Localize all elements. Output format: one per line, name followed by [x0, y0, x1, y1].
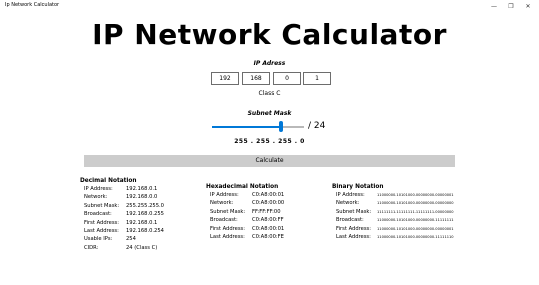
decimal-row: IP Address: 192.168.0.1	[80, 186, 200, 194]
row-value: 255.255.255.0	[126, 202, 164, 209]
row-key: Broadcast:	[336, 217, 364, 224]
binary-notation-section: Binary Notation IP Address: 11000000.1010…	[332, 184, 512, 242]
row-value: 24 (Class C)	[126, 244, 158, 251]
hex-notation-title: Hexadecimal Notation	[206, 184, 279, 190]
decimal-notation-section: Decimal Notation IP Address: 192.168.0.1 …	[80, 178, 200, 253]
row-key: Subnet Mask:	[84, 202, 120, 209]
row-key: Subnet Mask:	[210, 208, 246, 215]
row-key: Usable IPs:	[84, 236, 113, 243]
row-key: IP Address:	[336, 192, 365, 198]
row-value: 11000000.10101000.00000000.00000000	[377, 201, 454, 206]
hex-row: Broadcast: C0:A8:00:FF	[206, 217, 326, 225]
row-key: CIDR:	[84, 244, 99, 251]
row-value: C0:A8:00:FE	[252, 233, 284, 240]
decimal-row: Subnet Mask: 255.255.255.0	[80, 203, 200, 211]
hex-row: Subnet Mask: FF:FF:FF:00	[206, 209, 326, 217]
window-title: Ip Network Calculator	[5, 2, 60, 8]
row-key: Subnet Mask:	[336, 208, 372, 215]
hex-row: First Address: C0:A8:00:01	[206, 226, 326, 234]
decimal-row: Broadcast: 192.168.0.255	[80, 211, 200, 219]
row-value: 11000000.10101000.00000000.00000001	[377, 193, 454, 197]
subnet-mask-slider[interactable]	[212, 126, 304, 128]
row-value: FF:FF:FF:00	[252, 208, 281, 215]
row-value: 11000000.10101000.00000000.00000001	[377, 226, 454, 231]
cidr-text: / 24	[308, 121, 326, 131]
row-value: 192.168.0.1	[126, 186, 158, 192]
row-value: C0:A8:00:00	[252, 200, 285, 207]
binary-row: Broadcast: 11000000.10101000.00000000.111…	[332, 217, 512, 225]
subnet-mask-label: Subnet Mask	[247, 110, 292, 117]
decimal-row: Last Address: 192.168.0.254	[80, 228, 200, 236]
decimal-row: CIDR: 24 (Class C)	[80, 245, 200, 253]
slider-thumb[interactable]	[279, 121, 283, 132]
binary-row: First Address: 11000000.10101000.00000000…	[332, 226, 512, 234]
binary-row: IP Address: 11000000.10101000.00000000.00…	[332, 192, 512, 200]
row-key: First Address:	[336, 225, 371, 232]
minimize-button[interactable]: —	[487, 1, 501, 12]
row-value: 11111111.11111111.11111111.00000000	[377, 209, 454, 214]
hexadecimal-notation-section: Hexadecimal Notation IP Address: C0:A8:00…	[206, 184, 326, 242]
decimal-row: Usable IPs: 254	[80, 236, 200, 244]
row-value: C0:A8:00:01	[252, 225, 285, 232]
row-key: IP Address:	[84, 186, 113, 192]
title-bar: Ip Network Calculator — ❐ ✕	[0, 0, 539, 14]
row-key: Last Address:	[336, 233, 371, 240]
row-value: C0:A8:00:01	[252, 192, 285, 198]
decimal-row: First Address: 192.168.0.1	[80, 220, 200, 228]
ip-octet-3-input[interactable]: 0	[273, 72, 301, 85]
row-value: 192.168.0.0	[126, 194, 158, 201]
ip-octet-1-input[interactable]: 192	[211, 72, 239, 85]
close-button[interactable]: ✕	[521, 1, 535, 12]
subnet-mask-octets: 255 . 255 . 255 . 0	[234, 138, 305, 145]
slider-fill	[212, 126, 281, 128]
row-key: Network:	[84, 194, 108, 201]
hex-row: Network: C0:A8:00:00	[206, 200, 326, 208]
binary-row: Subnet Mask: 11111111.11111111.11111111.0…	[332, 209, 512, 217]
maximize-button[interactable]: ❐	[504, 1, 518, 12]
row-value: 192.168.0.255	[126, 211, 164, 218]
row-key: Network:	[336, 200, 360, 207]
decimal-notation-title: Decimal Notation	[80, 178, 137, 184]
row-key: Last Address:	[84, 227, 119, 234]
decimal-row: Network: 192.168.0.0	[80, 194, 200, 202]
row-key: First Address:	[84, 219, 119, 226]
binary-row: Network: 11000000.10101000.00000000.00000…	[332, 200, 512, 208]
ip-octet-4-input[interactable]: 1	[303, 72, 331, 85]
ip-address-label: IP Adress	[253, 60, 286, 67]
calculate-button[interactable]: Calculate	[84, 155, 455, 167]
ip-class-text: Class C	[258, 90, 281, 97]
row-value: 192.168.0.1	[126, 219, 158, 226]
row-key: Network:	[210, 200, 234, 207]
row-value: 192.168.0.254	[126, 227, 164, 234]
hex-row: Last Address: C0:A8:00:FE	[206, 234, 326, 242]
binary-row: Last Address: 11000000.10101000.00000000.…	[332, 234, 512, 242]
row-key: Broadcast:	[210, 217, 238, 224]
row-value: 254	[126, 236, 136, 243]
ip-octet-2-input[interactable]: 168	[242, 72, 270, 85]
row-key: Last Address:	[210, 233, 245, 240]
row-key: First Address:	[210, 225, 245, 232]
row-key: IP Address:	[210, 192, 239, 198]
page-title: IP Network Calculator	[92, 18, 447, 51]
row-key: Broadcast:	[84, 211, 112, 218]
row-value: 11000000.10101000.00000000.11111110	[377, 234, 454, 239]
hex-row: IP Address: C0:A8:00:01	[206, 192, 326, 200]
binary-notation-title: Binary Notation	[332, 184, 384, 190]
row-value: C0:A8:00:FF	[252, 217, 284, 224]
row-value: 11000000.10101000.00000000.11111111	[377, 218, 454, 223]
